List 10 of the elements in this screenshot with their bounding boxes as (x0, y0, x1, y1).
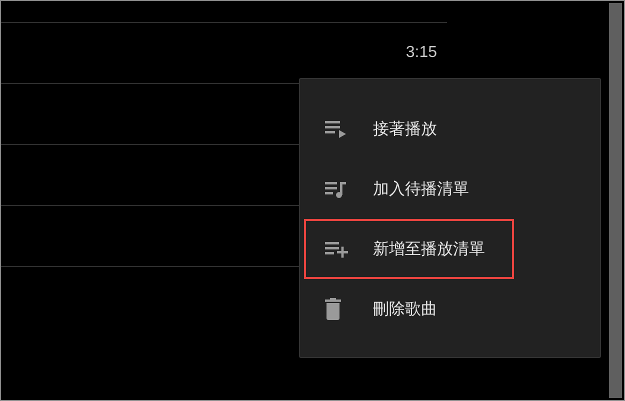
menu-item[interactable]: 接著播放 (304, 99, 514, 159)
track-duration: 3:15 (406, 44, 437, 62)
menu-item[interactable]: 加入待播清單 (304, 159, 514, 219)
menu-item[interactable]: 刪除歌曲 (304, 279, 514, 339)
menu-item[interactable]: 新增至播放清單 (304, 219, 514, 279)
playlist-play-icon (325, 120, 347, 138)
playlist-music-icon (325, 180, 347, 198)
trash-icon (325, 298, 341, 320)
scrollbar[interactable] (609, 3, 622, 398)
playlist-add-icon (325, 240, 349, 258)
